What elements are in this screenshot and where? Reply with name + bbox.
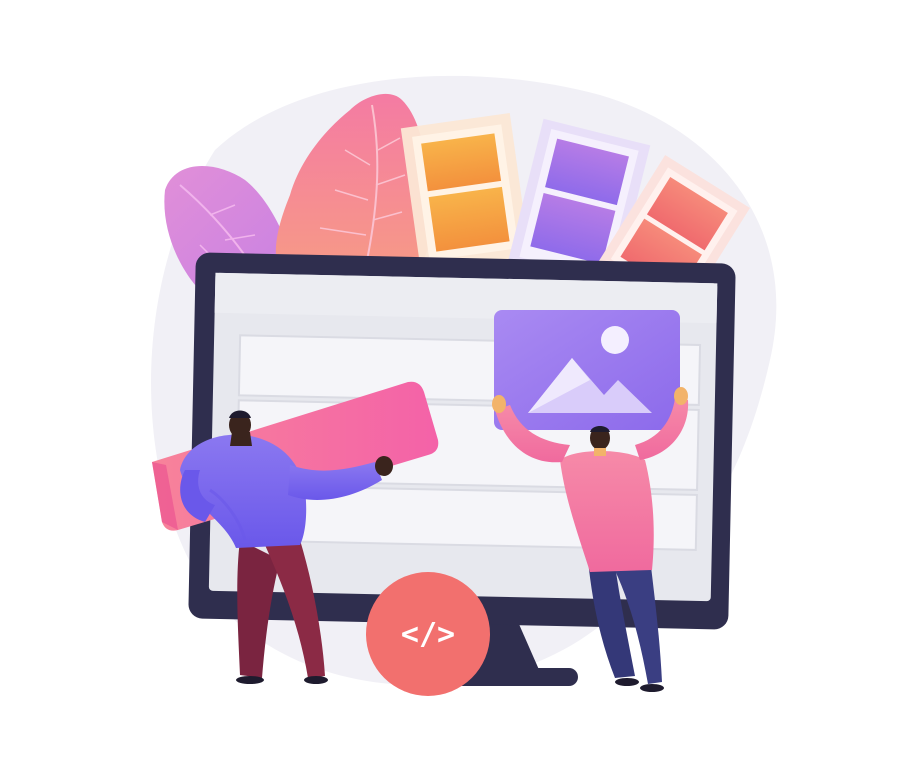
illustration-scene: </> [0,0,915,768]
image-placeholder-card [494,310,680,430]
code-badge: </> [366,572,490,696]
orange-swatch-card [400,113,530,272]
web-design-illustration: </> [151,75,777,696]
code-icon: </> [401,617,455,652]
code-badge-text: </> [401,617,455,652]
